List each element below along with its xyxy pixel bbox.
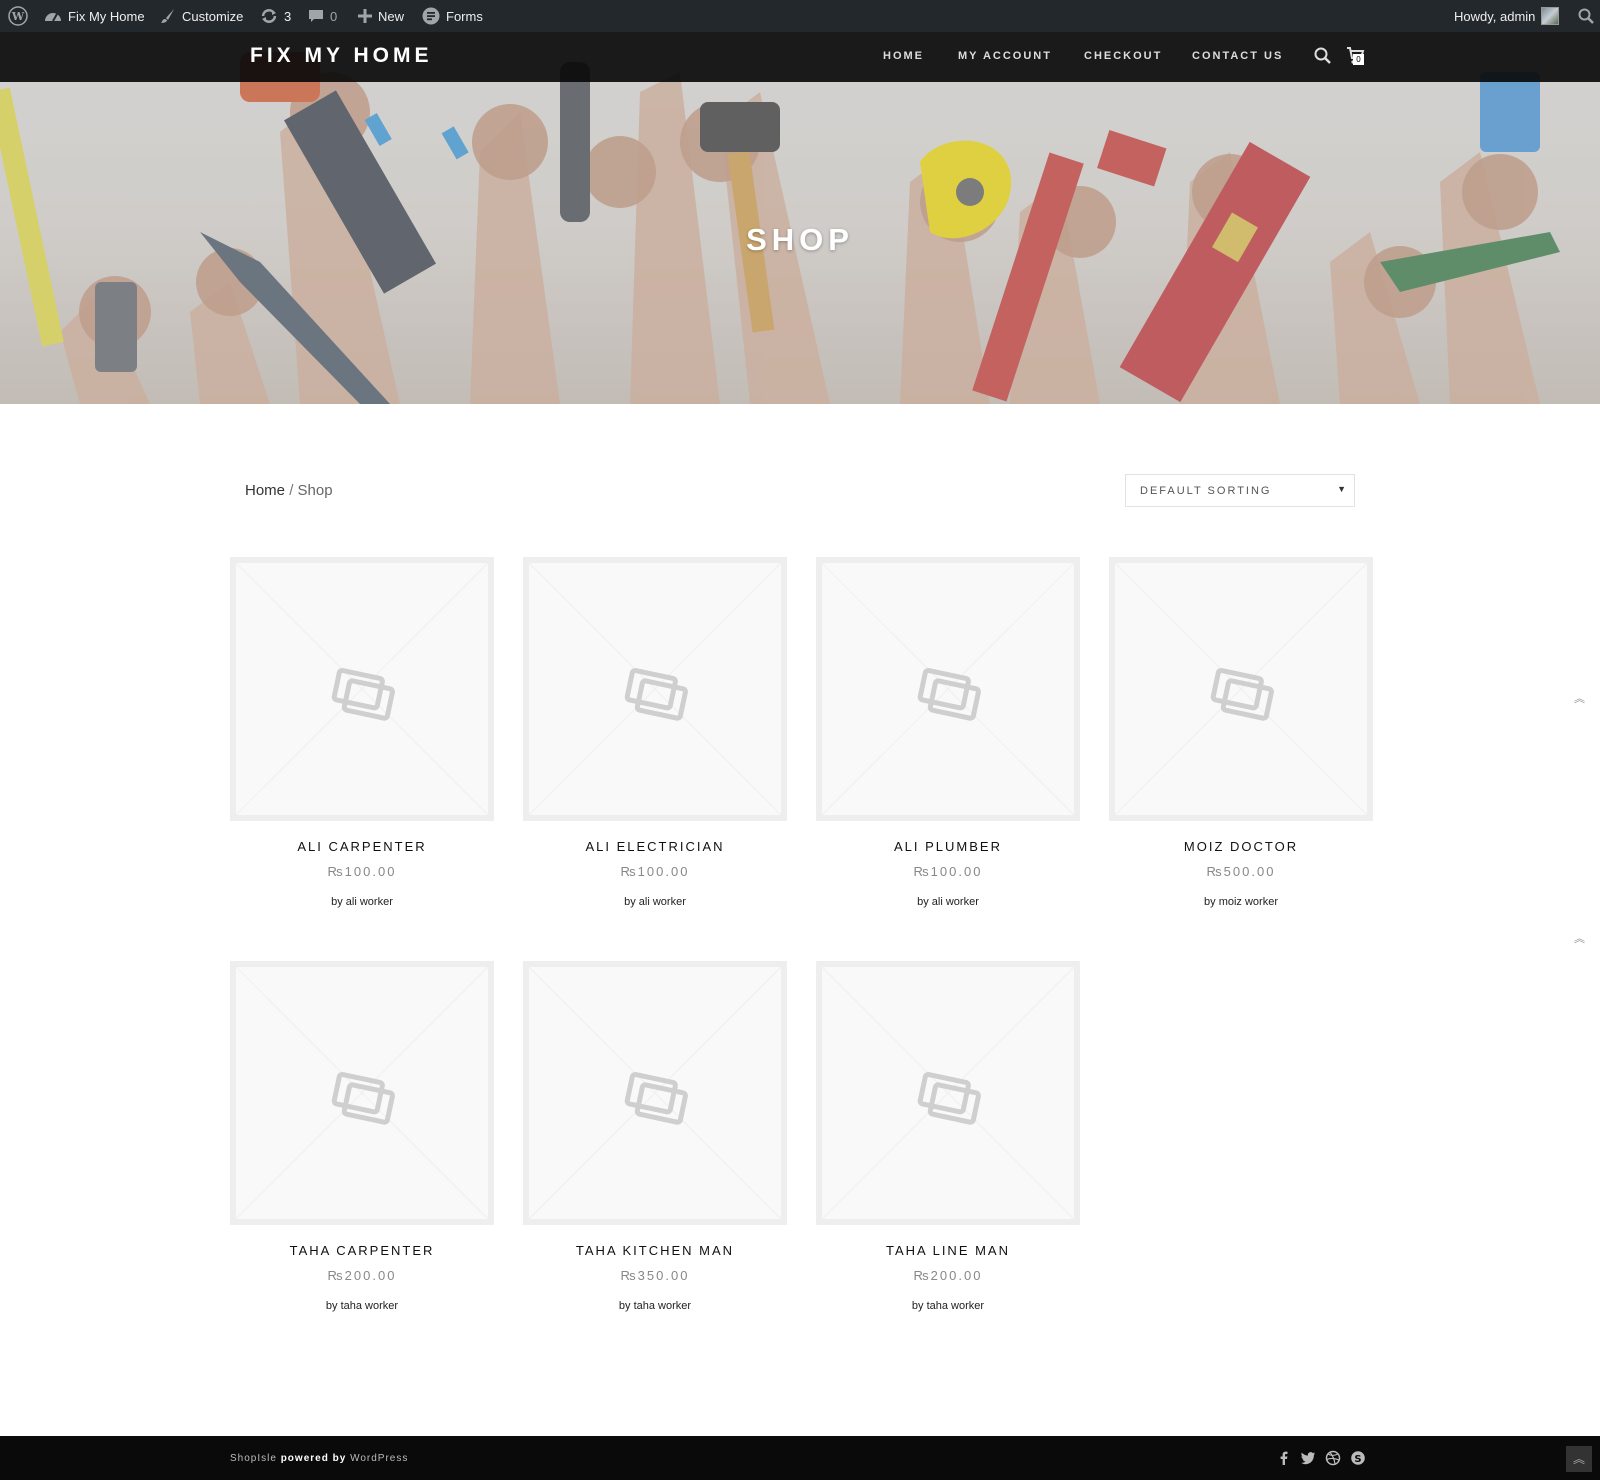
- product-vendor[interactable]: by taha worker: [230, 1300, 494, 1312]
- cart-count-badge: 0: [1353, 54, 1364, 65]
- admin-site-name: Fix My Home: [68, 8, 145, 24]
- admin-updates-link[interactable]: 3: [260, 0, 291, 32]
- product-price: ₨200.00: [327, 1268, 397, 1283]
- product-price: ₨350.00: [620, 1268, 690, 1283]
- svg-text:W: W: [11, 10, 25, 23]
- avatar: [1541, 7, 1560, 25]
- wordpress-logo-icon[interactable]: W: [8, 0, 28, 32]
- breadcrumb-separator: /: [289, 482, 294, 499]
- product-title[interactable]: TAHA KITCHEN MAN: [523, 1243, 787, 1258]
- product-title[interactable]: TAHA CARPENTER: [230, 1243, 494, 1258]
- breadcrumb: Home / Shop: [245, 482, 333, 499]
- admin-customize-link[interactable]: Customize: [160, 0, 243, 32]
- product-title[interactable]: TAHA LINE MAN: [816, 1243, 1080, 1258]
- admin-search-icon[interactable]: [1578, 0, 1594, 32]
- search-icon[interactable]: [1312, 45, 1334, 67]
- breadcrumb-home[interactable]: Home: [245, 482, 285, 499]
- admin-forms-link[interactable]: Forms: [422, 0, 483, 32]
- product-price: ₨200.00: [913, 1268, 983, 1283]
- admin-account-link[interactable]: Howdy, admin: [1454, 0, 1560, 32]
- page-title: SHOP: [746, 222, 854, 257]
- scroll-up-arrow-icon[interactable]: ︽: [1574, 690, 1585, 706]
- product-vendor[interactable]: by taha worker: [816, 1300, 1080, 1312]
- admin-new-link[interactable]: New: [358, 0, 404, 32]
- breadcrumb-current: Shop: [297, 482, 333, 499]
- product-vendor[interactable]: by ali worker: [816, 896, 1080, 908]
- sorting-select[interactable]: DEFAULT SORTING ▼: [1125, 474, 1355, 507]
- plus-icon: [358, 9, 372, 23]
- caret-down-icon: ▼: [1337, 484, 1346, 494]
- admin-bar: W Fix My Home Customize 3 0 New Forms Ho…: [0, 0, 1600, 32]
- footer-powered-by: powered by: [280, 1453, 347, 1464]
- admin-new-label: New: [378, 8, 405, 24]
- product-price: ₨100.00: [327, 864, 397, 879]
- admin-site-link[interactable]: Fix My Home: [44, 0, 145, 32]
- product-placeholder-image[interactable]: [230, 557, 494, 821]
- footer-theme-link[interactable]: ShopIsle: [230, 1453, 277, 1464]
- site-title[interactable]: FIX MY HOME: [250, 44, 432, 68]
- product-placeholder-image[interactable]: [816, 557, 1080, 821]
- admin-comments-link[interactable]: 0: [308, 0, 337, 32]
- nav-my-account[interactable]: MY ACCOUNT: [958, 50, 1052, 62]
- updates-icon: [260, 8, 278, 24]
- shop-hero-banner: SHOP: [0, 32, 1600, 404]
- admin-forms-label: Forms: [446, 8, 483, 24]
- skype-icon[interactable]: S: [1350, 1450, 1366, 1466]
- product-vendor[interactable]: by ali worker: [523, 896, 787, 908]
- site-header: FIX MY HOME HOME MY ACCOUNT CHECKOUT CON…: [0, 32, 1600, 82]
- product-placeholder-image[interactable]: [523, 961, 787, 1225]
- admin-customize-label: Customize: [182, 8, 244, 24]
- howdy-label: Howdy, admin: [1454, 8, 1536, 24]
- comment-icon: [308, 8, 324, 24]
- nav-home[interactable]: HOME: [883, 50, 924, 62]
- product-placeholder-image[interactable]: [816, 961, 1080, 1225]
- site-footer: ShopIsle powered by WordPress S ︽: [0, 1436, 1600, 1480]
- footer-platform-link[interactable]: WordPress: [350, 1453, 408, 1464]
- nav-contact-us[interactable]: CONTACT US: [1192, 50, 1283, 62]
- product-price: ₨100.00: [913, 864, 983, 879]
- admin-comments-count: 0: [330, 8, 338, 24]
- product-title[interactable]: MOIZ DOCTOR: [1109, 839, 1373, 854]
- product-vendor[interactable]: by taha worker: [523, 1300, 787, 1312]
- product-title[interactable]: ALI PLUMBER: [816, 839, 1080, 854]
- hero-tools-illustration: [0, 32, 1600, 404]
- facebook-icon[interactable]: [1276, 1450, 1292, 1466]
- product-price: ₨500.00: [1206, 864, 1276, 879]
- brush-icon: [160, 8, 176, 24]
- dashboard-icon: [44, 8, 62, 24]
- product-title[interactable]: ALI ELECTRICIAN: [523, 839, 787, 854]
- product-vendor[interactable]: by ali worker: [230, 896, 494, 908]
- product-vendor[interactable]: by moiz worker: [1109, 896, 1373, 908]
- dribbble-icon[interactable]: [1325, 1450, 1341, 1466]
- footer-credit: ShopIsle powered by WordPress: [230, 1453, 408, 1464]
- scroll-up-arrow-icon[interactable]: ︽: [1574, 930, 1585, 946]
- sorting-selected-value: DEFAULT SORTING: [1140, 485, 1272, 497]
- scroll-to-top-button[interactable]: ︽: [1566, 1446, 1592, 1472]
- product-placeholder-image[interactable]: [1109, 557, 1373, 821]
- forms-icon: [422, 7, 440, 25]
- svg-text:S: S: [1354, 1454, 1361, 1465]
- nav-checkout[interactable]: CHECKOUT: [1084, 50, 1162, 62]
- product-placeholder-image[interactable]: [230, 961, 494, 1225]
- product-price: ₨100.00: [620, 864, 690, 879]
- product-title[interactable]: ALI CARPENTER: [230, 839, 494, 854]
- twitter-icon[interactable]: [1300, 1450, 1316, 1466]
- product-placeholder-image[interactable]: [523, 557, 787, 821]
- admin-updates-count: 3: [284, 8, 292, 24]
